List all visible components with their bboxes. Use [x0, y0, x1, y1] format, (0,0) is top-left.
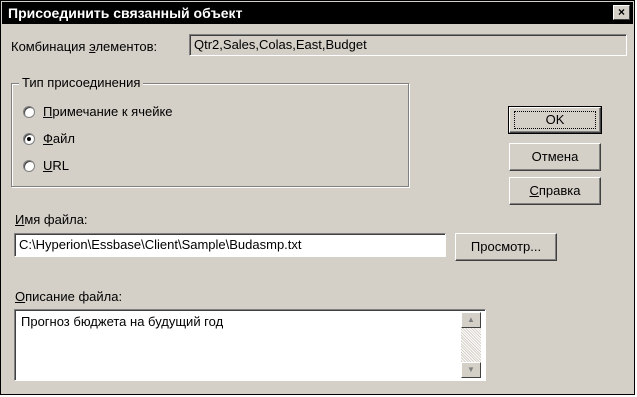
radio-file-text: айл [52, 131, 75, 146]
help-button-label: правка [538, 183, 581, 198]
attach-linked-object-dialog: Присоединить связанный объект × Комбинац… [0, 0, 635, 395]
radio-cell-note-text: римечание к ячейке [52, 104, 173, 119]
arrow-up-icon: ▲ [467, 315, 475, 324]
scroll-up-button[interactable]: ▲ [461, 312, 481, 328]
arrow-down-icon: ▼ [467, 365, 475, 374]
attach-type-group-title: Тип присоединения [19, 75, 144, 90]
radio-url[interactable]: URL [23, 158, 69, 173]
radio-cell-note-mnemonic: П [43, 104, 53, 119]
combination-label-pre: Комбинация [11, 39, 90, 54]
close-button[interactable]: × [613, 5, 630, 20]
combination-field: Qtr2,Sales,Colas,East,Budget [189, 34, 627, 56]
help-button[interactable]: Справка [509, 177, 601, 205]
radio-url-text: RL [52, 158, 70, 173]
ok-button[interactable]: OK [508, 106, 602, 134]
radio-circle[interactable] [23, 105, 35, 118]
cancel-button-label: Отмена [531, 149, 579, 164]
file-description-label-text: писание файла: [25, 289, 123, 304]
radio-url-mnemonic: U [43, 158, 53, 173]
radio-url-label: URL [43, 158, 69, 173]
browse-button-label: Просмотр... [470, 239, 542, 254]
radio-cell-note-label: Примечание к ячейке [43, 104, 173, 119]
file-description-label: Описание файла: [15, 289, 122, 304]
vertical-scrollbar[interactable]: ▲ ▼ [461, 312, 481, 378]
combination-label: Комбинация элементов: [11, 39, 157, 54]
browse-button[interactable]: Просмотр... [455, 233, 557, 261]
title-bar: Присоединить связанный объект × [2, 2, 633, 24]
close-icon: × [617, 5, 625, 19]
focus-rectangle [514, 111, 596, 129]
radio-cell-note[interactable]: Примечание к ячейке [23, 104, 173, 119]
file-name-label: Имя файла: [15, 212, 88, 227]
scroll-down-button[interactable]: ▼ [461, 362, 481, 378]
dialog-title: Присоединить связанный объект [8, 5, 243, 21]
file-description-textarea[interactable]: Прогноз бюджета на будущий год ▲ ▼ [14, 309, 486, 381]
help-button-mnemonic: С [529, 183, 539, 198]
file-description-label-mnemonic: О [15, 289, 26, 304]
radio-file-label: Файл [43, 131, 75, 146]
radio-file-mnemonic: Ф [43, 131, 53, 146]
radio-file[interactable]: Файл [23, 131, 75, 146]
file-name-label-text: мя файла: [24, 212, 88, 227]
radio-circle[interactable] [23, 159, 35, 172]
combination-label-post: лементов: [95, 39, 158, 54]
file-name-input[interactable]: C:\Hyperion\Essbase\Client\Sample\Budasm… [14, 233, 446, 257]
file-description-text: Прогноз бюджета на будущий год [21, 314, 224, 329]
cancel-button[interactable]: Отмена [509, 143, 601, 171]
file-name-label-mnemonic: И [15, 212, 25, 227]
radio-circle-checked[interactable] [23, 132, 35, 145]
